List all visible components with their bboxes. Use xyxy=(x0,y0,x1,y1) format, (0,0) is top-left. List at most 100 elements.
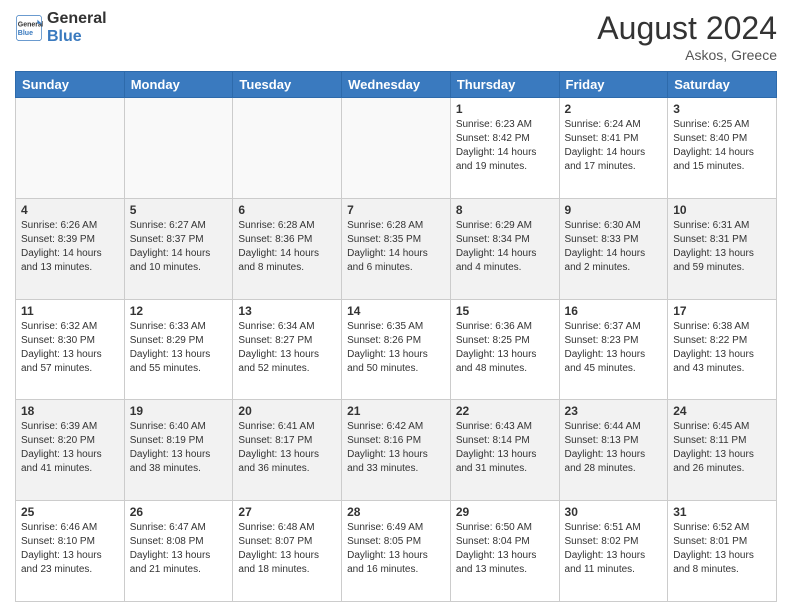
day-info: Sunrise: 6:31 AMSunset: 8:31 PMDaylight:… xyxy=(673,219,771,275)
day-number: 1 xyxy=(456,102,554,116)
day-info: Sunrise: 6:24 AMSunset: 8:41 PMDaylight:… xyxy=(565,118,663,174)
day-number: 23 xyxy=(565,404,663,418)
calendar-cell: 8Sunrise: 6:29 AMSunset: 8:34 PMDaylight… xyxy=(450,198,559,299)
day-header-sunday: Sunday xyxy=(16,72,125,98)
day-info: Sunrise: 6:50 AMSunset: 8:04 PMDaylight:… xyxy=(456,521,554,577)
calendar-cell xyxy=(16,98,125,199)
day-header-thursday: Thursday xyxy=(450,72,559,98)
calendar-cell: 22 Sunrise: 6:43 AMSunset: 8:14 PMDayligh… xyxy=(450,400,559,501)
day-number: 6 xyxy=(238,203,336,217)
day-number: 25 xyxy=(21,505,119,519)
day-number: 4 xyxy=(21,203,119,217)
day-info: Sunrise: 6:30 AMSunset: 8:33 PMDaylight:… xyxy=(565,219,663,275)
day-number: 10 xyxy=(673,203,771,217)
day-info: Sunrise: 6:44 AMSunset: 8:13 PMDaylight:… xyxy=(565,420,663,476)
calendar-cell: 23 Sunrise: 6:44 AMSunset: 8:13 PMDayligh… xyxy=(559,400,668,501)
calendar-cell: 26Sunrise: 6:47 AMSunset: 8:08 PMDayligh… xyxy=(124,501,233,602)
calendar-cell: 18 Sunrise: 6:39 AMSunset: 8:20 PMDayligh… xyxy=(16,400,125,501)
day-info: Sunrise: 6:25 AMSunset: 8:40 PMDaylight:… xyxy=(673,118,771,174)
day-header-monday: Monday xyxy=(124,72,233,98)
day-info: Sunrise: 6:45 AMSunset: 8:11 PMDaylight:… xyxy=(673,420,771,476)
page: General Blue General Blue August 2024 As… xyxy=(0,0,792,612)
day-number: 20 xyxy=(238,404,336,418)
calendar-cell: 14 Sunrise: 6:35 AMSunset: 8:26 PMDayligh… xyxy=(342,299,451,400)
day-info: Sunrise: 6:46 AMSunset: 8:10 PMDaylight:… xyxy=(21,521,119,577)
day-number: 11 xyxy=(21,304,119,318)
day-number: 5 xyxy=(130,203,228,217)
day-number: 29 xyxy=(456,505,554,519)
day-info: Sunrise: 6:35 AMSunset: 8:26 PMDaylight:… xyxy=(347,320,445,376)
day-info: Sunrise: 6:42 AMSunset: 8:16 PMDaylight:… xyxy=(347,420,445,476)
calendar-cell: 9 Sunrise: 6:30 AMSunset: 8:33 PMDaylight… xyxy=(559,198,668,299)
svg-text:Blue: Blue xyxy=(18,30,33,37)
calendar-cell: 13Sunrise: 6:34 AMSunset: 8:27 PMDayligh… xyxy=(233,299,342,400)
week-row-2: 4 Sunrise: 6:26 AMSunset: 8:39 PMDaylight… xyxy=(16,198,777,299)
day-number: 21 xyxy=(347,404,445,418)
calendar-cell: 4 Sunrise: 6:26 AMSunset: 8:39 PMDaylight… xyxy=(16,198,125,299)
logo-text: General Blue xyxy=(47,10,107,45)
day-number: 18 xyxy=(21,404,119,418)
calendar-cell: 31Sunrise: 6:52 AMSunset: 8:01 PMDayligh… xyxy=(668,501,777,602)
logo-icon: General Blue xyxy=(15,14,43,42)
logo-line1: General xyxy=(47,10,107,28)
month-year: August 2024 xyxy=(597,10,777,47)
calendar-cell xyxy=(342,98,451,199)
calendar-cell: 2 Sunrise: 6:24 AMSunset: 8:41 PMDaylight… xyxy=(559,98,668,199)
day-number: 2 xyxy=(565,102,663,116)
calendar-cell: 15Sunrise: 6:36 AMSunset: 8:25 PMDayligh… xyxy=(450,299,559,400)
day-info: Sunrise: 6:41 AMSunset: 8:17 PMDaylight:… xyxy=(238,420,336,476)
calendar: SundayMondayTuesdayWednesdayThursdayFrid… xyxy=(15,71,777,602)
day-info: Sunrise: 6:28 AMSunset: 8:36 PMDaylight:… xyxy=(238,219,336,275)
calendar-cell: 3 Sunrise: 6:25 AMSunset: 8:40 PMDaylight… xyxy=(668,98,777,199)
day-info: Sunrise: 6:32 AMSunset: 8:30 PMDaylight:… xyxy=(21,320,119,376)
day-header-friday: Friday xyxy=(559,72,668,98)
calendar-cell: 11 Sunrise: 6:32 AMSunset: 8:30 PMDayligh… xyxy=(16,299,125,400)
day-info: Sunrise: 6:39 AMSunset: 8:20 PMDaylight:… xyxy=(21,420,119,476)
day-info: Sunrise: 6:26 AMSunset: 8:39 PMDaylight:… xyxy=(21,219,119,275)
day-info: Sunrise: 6:29 AMSunset: 8:34 PMDaylight:… xyxy=(456,219,554,275)
day-number: 16 xyxy=(565,304,663,318)
day-info: Sunrise: 6:51 AMSunset: 8:02 PMDaylight:… xyxy=(565,521,663,577)
day-info: Sunrise: 6:37 AMSunset: 8:23 PMDaylight:… xyxy=(565,320,663,376)
day-number: 19 xyxy=(130,404,228,418)
calendar-cell: 12Sunrise: 6:33 AMSunset: 8:29 PMDayligh… xyxy=(124,299,233,400)
logo: General Blue General Blue xyxy=(15,10,107,45)
day-number: 31 xyxy=(673,505,771,519)
calendar-cell: 30 Sunrise: 6:51 AMSunset: 8:02 PMDayligh… xyxy=(559,501,668,602)
day-number: 9 xyxy=(565,203,663,217)
day-number: 27 xyxy=(238,505,336,519)
logo-line2: Blue xyxy=(47,28,107,46)
day-header-wednesday: Wednesday xyxy=(342,72,451,98)
calendar-cell: 29 Sunrise: 6:50 AMSunset: 8:04 PMDayligh… xyxy=(450,501,559,602)
day-number: 3 xyxy=(673,102,771,116)
day-info: Sunrise: 6:36 AMSunset: 8:25 PMDaylight:… xyxy=(456,320,554,376)
day-number: 17 xyxy=(673,304,771,318)
calendar-cell: 10 Sunrise: 6:31 AMSunset: 8:31 PMDayligh… xyxy=(668,198,777,299)
day-info: Sunrise: 6:40 AMSunset: 8:19 PMDaylight:… xyxy=(130,420,228,476)
calendar-cell: 20 Sunrise: 6:41 AMSunset: 8:17 PMDayligh… xyxy=(233,400,342,501)
week-row-1: 1Sunrise: 6:23 AMSunset: 8:42 PMDaylight… xyxy=(16,98,777,199)
calendar-cell: 24 Sunrise: 6:45 AMSunset: 8:11 PMDayligh… xyxy=(668,400,777,501)
day-number: 14 xyxy=(347,304,445,318)
day-number: 30 xyxy=(565,505,663,519)
day-info: Sunrise: 6:38 AMSunset: 8:22 PMDaylight:… xyxy=(673,320,771,376)
day-number: 28 xyxy=(347,505,445,519)
day-info: Sunrise: 6:43 AMSunset: 8:14 PMDaylight:… xyxy=(456,420,554,476)
day-info: Sunrise: 6:49 AMSunset: 8:05 PMDaylight:… xyxy=(347,521,445,577)
calendar-cell xyxy=(124,98,233,199)
calendar-cell: 6 Sunrise: 6:28 AMSunset: 8:36 PMDaylight… xyxy=(233,198,342,299)
day-number: 24 xyxy=(673,404,771,418)
calendar-cell: 19 Sunrise: 6:40 AMSunset: 8:19 PMDayligh… xyxy=(124,400,233,501)
header: General Blue General Blue August 2024 As… xyxy=(15,10,777,63)
calendar-cell: 25 Sunrise: 6:46 AMSunset: 8:10 PMDayligh… xyxy=(16,501,125,602)
calendar-cell: 16 Sunrise: 6:37 AMSunset: 8:23 PMDayligh… xyxy=(559,299,668,400)
location: Askos, Greece xyxy=(597,47,777,63)
calendar-cell: 28 Sunrise: 6:49 AMSunset: 8:05 PMDayligh… xyxy=(342,501,451,602)
calendar-cell: 27Sunrise: 6:48 AMSunset: 8:07 PMDayligh… xyxy=(233,501,342,602)
day-number: 22 xyxy=(456,404,554,418)
calendar-cell xyxy=(233,98,342,199)
week-row-4: 18 Sunrise: 6:39 AMSunset: 8:20 PMDayligh… xyxy=(16,400,777,501)
title-block: August 2024 Askos, Greece xyxy=(597,10,777,63)
day-number: 13 xyxy=(238,304,336,318)
calendar-cell: 1Sunrise: 6:23 AMSunset: 8:42 PMDaylight… xyxy=(450,98,559,199)
